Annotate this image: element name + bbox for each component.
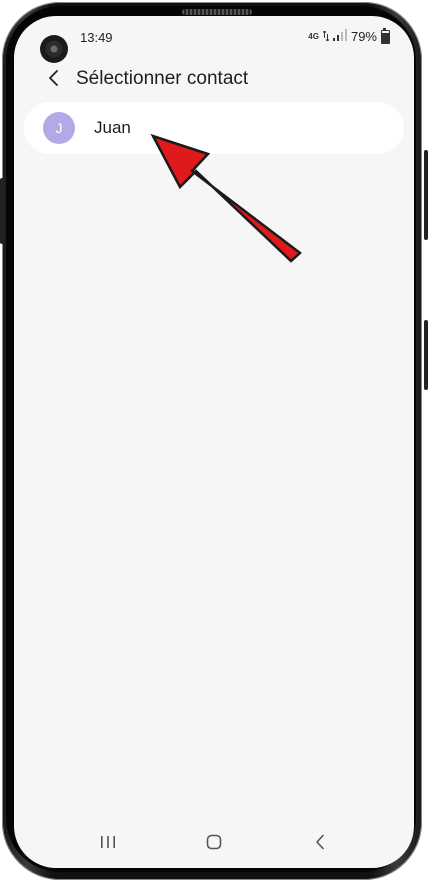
recent-apps-button[interactable] <box>93 830 123 854</box>
page-title: Sélectionner contact <box>76 68 249 89</box>
contact-item[interactable]: J Juan <box>24 102 404 154</box>
nav-back-button[interactable] <box>305 830 335 854</box>
status-bar: 13:49 4G 79% <box>14 16 414 63</box>
earpiece-speaker <box>182 9 252 15</box>
data-arrows-icon <box>322 29 330 44</box>
contact-list: J Juan <box>24 102 404 154</box>
chevron-left-icon <box>49 70 58 86</box>
contact-name: Juan <box>94 118 131 137</box>
home-icon <box>206 834 222 850</box>
home-button[interactable] <box>199 830 229 854</box>
app-header: Sélectionner contact <box>14 60 414 100</box>
signal-icon <box>332 29 347 44</box>
phone-device: 13:49 4G 79% Sélectionner contact J Juan <box>0 0 428 884</box>
battery-icon <box>381 27 390 44</box>
avatar: J <box>43 112 75 144</box>
avatar-initial: J <box>55 120 63 136</box>
volume-button <box>0 178 4 244</box>
bixby-button <box>424 320 428 390</box>
back-button[interactable] <box>42 66 66 90</box>
network-type: 4G <box>308 31 319 41</box>
status-time: 13:49 <box>80 30 113 45</box>
navigation-bar <box>14 818 414 868</box>
back-icon <box>316 834 324 850</box>
recent-apps-icon <box>101 836 115 848</box>
power-button <box>424 150 428 240</box>
screen: 13:49 4G 79% Sélectionner contact J Juan <box>14 16 414 868</box>
status-icons: 4G 79% <box>308 27 390 44</box>
front-camera <box>40 35 68 63</box>
battery-percent: 79% <box>350 29 377 44</box>
